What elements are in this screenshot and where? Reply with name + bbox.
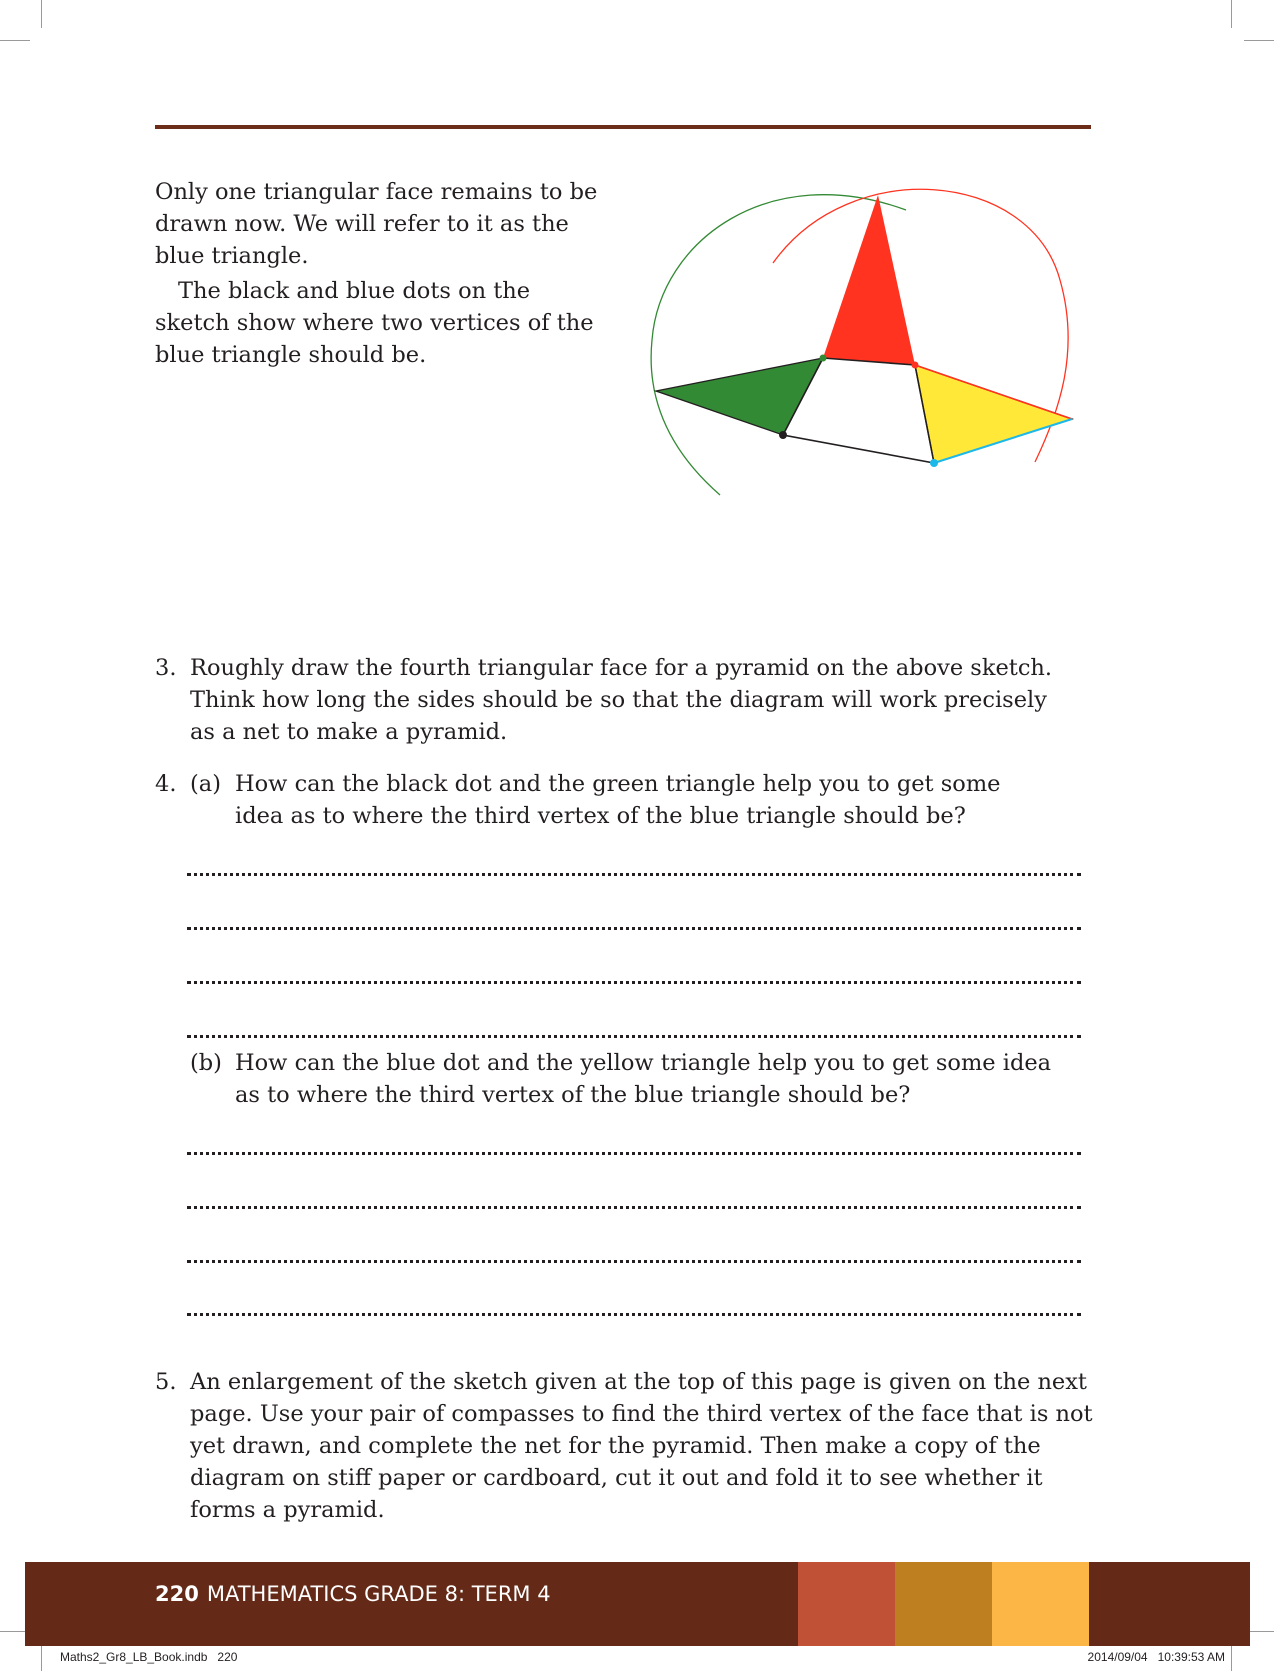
question-number: 5. — [155, 1369, 177, 1395]
page-number: 220 — [155, 1582, 199, 1606]
sub-question-label: (a) — [190, 771, 221, 797]
crop-mark — [41, 0, 42, 28]
header-rule — [155, 125, 1091, 129]
slug-file: Maths2_Gr8_LB_Book.indb 220 — [60, 1650, 238, 1664]
question-text: Roughly draw the fourth triangular face … — [190, 655, 1053, 745]
answer-line[interactable] — [187, 873, 1081, 876]
red-triangle — [823, 195, 915, 365]
intro-paragraph-2: The black and blue dots on the sketch sh… — [155, 278, 594, 368]
crop-mark — [0, 40, 30, 41]
answer-line[interactable] — [187, 1035, 1081, 1038]
answer-line[interactable] — [187, 981, 1081, 984]
footer-bar: 220 MATHEMATICS GRADE 8: TERM 4 — [25, 1562, 1250, 1646]
green-triangle — [653, 357, 825, 436]
intro-text: Only one triangular face remains to be d… — [155, 176, 605, 371]
footer-color-block — [895, 1562, 992, 1646]
question-text: An enlargement of the sketch given at th… — [190, 1369, 1093, 1523]
question-number: 3. — [155, 655, 177, 681]
sub-question-label: (b) — [190, 1050, 222, 1076]
book-title: MATHEMATICS GRADE 8: TERM 4 — [206, 1582, 551, 1606]
intro-paragraph-1: Only one triangular face remains to be d… — [155, 179, 598, 269]
footer-color-block — [992, 1562, 1089, 1646]
yellow-triangle — [914, 364, 1075, 464]
answer-line[interactable] — [187, 1152, 1081, 1155]
slug-timestamp: 2014/09/04 10:39:53 AM — [1087, 1650, 1225, 1664]
green-dot — [819, 354, 827, 362]
answer-line[interactable] — [187, 1206, 1081, 1209]
crop-mark — [1244, 40, 1274, 41]
answer-line[interactable] — [187, 1313, 1081, 1316]
footer-title: 220 MATHEMATICS GRADE 8: TERM 4 — [155, 1582, 551, 1606]
footer-color-block — [798, 1562, 895, 1646]
pyramid-net-sketch — [650, 188, 1075, 496]
blue-dot — [930, 459, 938, 467]
crop-mark — [1231, 0, 1232, 28]
question-text: How can the black dot and the green tria… — [235, 771, 1001, 829]
answer-line[interactable] — [187, 927, 1081, 930]
black-dot — [779, 431, 787, 439]
red-dot — [911, 361, 919, 369]
question-text: How can the blue dot and the yellow tria… — [235, 1050, 1052, 1108]
question-number: 4. — [155, 771, 177, 797]
answer-line[interactable] — [187, 1260, 1081, 1263]
